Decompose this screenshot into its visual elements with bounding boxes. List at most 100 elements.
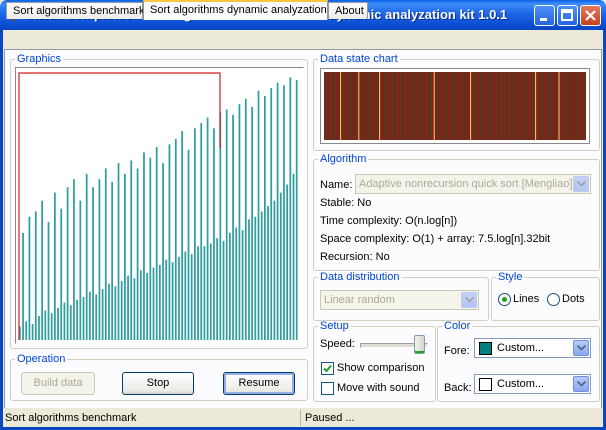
graphics-bar (82, 297, 85, 340)
graphics-bar (194, 128, 196, 340)
show-comparison-label[interactable]: Show comparison (337, 362, 424, 374)
data-distribution-legend: Data distribution (320, 271, 400, 283)
graphics-bar (276, 82, 279, 340)
algorithm-dropdown-button[interactable] (573, 176, 589, 192)
move-with-sound-checkbox[interactable] (321, 382, 334, 395)
graphics-bar (289, 77, 292, 341)
graphics-bar (114, 286, 117, 340)
graphics-bar (244, 98, 247, 340)
graphics-bar (184, 251, 187, 340)
graphics-bar (89, 291, 91, 340)
graphics-bar (133, 278, 136, 340)
graphics-bar (44, 310, 47, 340)
graphics-bar (216, 238, 219, 340)
build-data-button[interactable]: Build data (21, 372, 95, 395)
graphics-bar (235, 227, 238, 340)
graphics-bar (31, 323, 34, 340)
graphics-bar (57, 307, 59, 340)
tab-about[interactable]: About (328, 2, 368, 19)
algorithm-name-select[interactable]: Adaptive nonrecursion quick sort [Mengli… (355, 174, 591, 194)
back-color-select[interactable]: Custom... (474, 374, 591, 394)
graphics-bar (120, 281, 123, 340)
algorithm-space-complexity: Space complexity: O(1) + array: 7.5.log[… (320, 233, 551, 245)
speed-label: Speed: (320, 338, 355, 350)
graphics-bar (22, 232, 24, 340)
graphics-bar (171, 262, 174, 340)
style-dots-label[interactable]: Dots (562, 293, 585, 305)
graphics-bar (187, 149, 190, 340)
graphics-bar (63, 302, 66, 340)
graphics-bar (295, 80, 298, 340)
fore-color-dropdown-button[interactable] (573, 340, 589, 356)
graphics-bar (257, 90, 260, 340)
graphics-bar (260, 211, 263, 340)
graphics-bar (54, 192, 56, 340)
algorithm-stable: Stable: No (320, 197, 372, 209)
graphics-bar (292, 173, 295, 340)
graphics-bar (273, 200, 276, 340)
style-legend: Style (498, 271, 523, 283)
graphics-bar (222, 240, 225, 340)
graphics-bar (251, 106, 254, 340)
graphics-bar (101, 289, 104, 340)
graphics-bar (60, 208, 63, 340)
move-with-sound-label[interactable]: Move with sound (337, 382, 420, 394)
style-lines-label[interactable]: Lines (513, 293, 539, 305)
graphics-bar (209, 243, 212, 340)
fore-color-swatch (479, 342, 492, 355)
status-left: Sort algorithms benchmark (3, 410, 301, 426)
maximize-button[interactable] (557, 5, 578, 26)
show-comparison-checkbox[interactable] (321, 362, 334, 375)
graphics-bar (162, 163, 164, 340)
graphics-bar (95, 294, 98, 340)
data-distribution-select[interactable]: Linear random (320, 290, 479, 310)
back-color-dropdown-button[interactable] (573, 376, 589, 392)
graphics-bar (76, 299, 79, 340)
close-button[interactable] (580, 5, 601, 26)
algorithm-recursion: Recursion: No (320, 251, 390, 263)
close-icon (585, 10, 596, 21)
tab-dynamic-analyzation[interactable]: Sort algorithms dynamic analyzation (143, 0, 328, 20)
data-state-chart-svg (324, 72, 586, 140)
fore-color-label: Fore: (444, 345, 470, 357)
graphics-bar (213, 128, 215, 340)
graphics-bar (197, 246, 199, 340)
graphics-bar (79, 200, 82, 340)
graphics-bar (200, 122, 203, 340)
graphics-bar (267, 206, 269, 340)
graphics-bar (146, 273, 149, 340)
graphics-bar (117, 163, 120, 340)
style-lines-radio[interactable] (498, 293, 511, 306)
graphics-bar (178, 256, 180, 340)
graphics-bar (241, 230, 244, 340)
chevron-down-icon (577, 345, 586, 351)
graphics-bar (98, 179, 101, 340)
chevron-down-icon (577, 181, 586, 187)
data-distribution-dropdown-button[interactable] (461, 292, 477, 308)
graphics-bar (25, 321, 28, 340)
graphics-bar (143, 152, 145, 340)
fore-color-value: Custom... (497, 342, 545, 354)
graphics-bar (108, 283, 110, 340)
graphics-bar (50, 313, 53, 340)
graphics-bar (38, 315, 40, 340)
data-state-chart-legend: Data state chart (320, 53, 398, 65)
graphics-bar (73, 179, 75, 340)
graphics-bar (168, 144, 171, 340)
graphics-bar (248, 219, 250, 340)
graphics-bar (229, 232, 231, 340)
graphics-bar (66, 187, 69, 340)
minimize-button[interactable] (534, 5, 555, 26)
style-dots-radio[interactable] (547, 293, 560, 306)
graphics-bar (225, 109, 228, 340)
graphics-bar (190, 254, 193, 340)
resume-button[interactable]: Resume (223, 372, 295, 395)
graphics-bar (155, 147, 158, 340)
algorithm-legend: Algorithm (320, 153, 367, 165)
speed-slider-thumb[interactable] (414, 335, 425, 354)
graphics-bar (127, 275, 129, 340)
fore-color-select[interactable]: Custom... (474, 338, 591, 358)
stop-button[interactable]: Stop (122, 372, 194, 395)
tab-benchmark[interactable]: Sort algorithms benchmark (6, 2, 144, 19)
maximize-icon (561, 9, 573, 21)
